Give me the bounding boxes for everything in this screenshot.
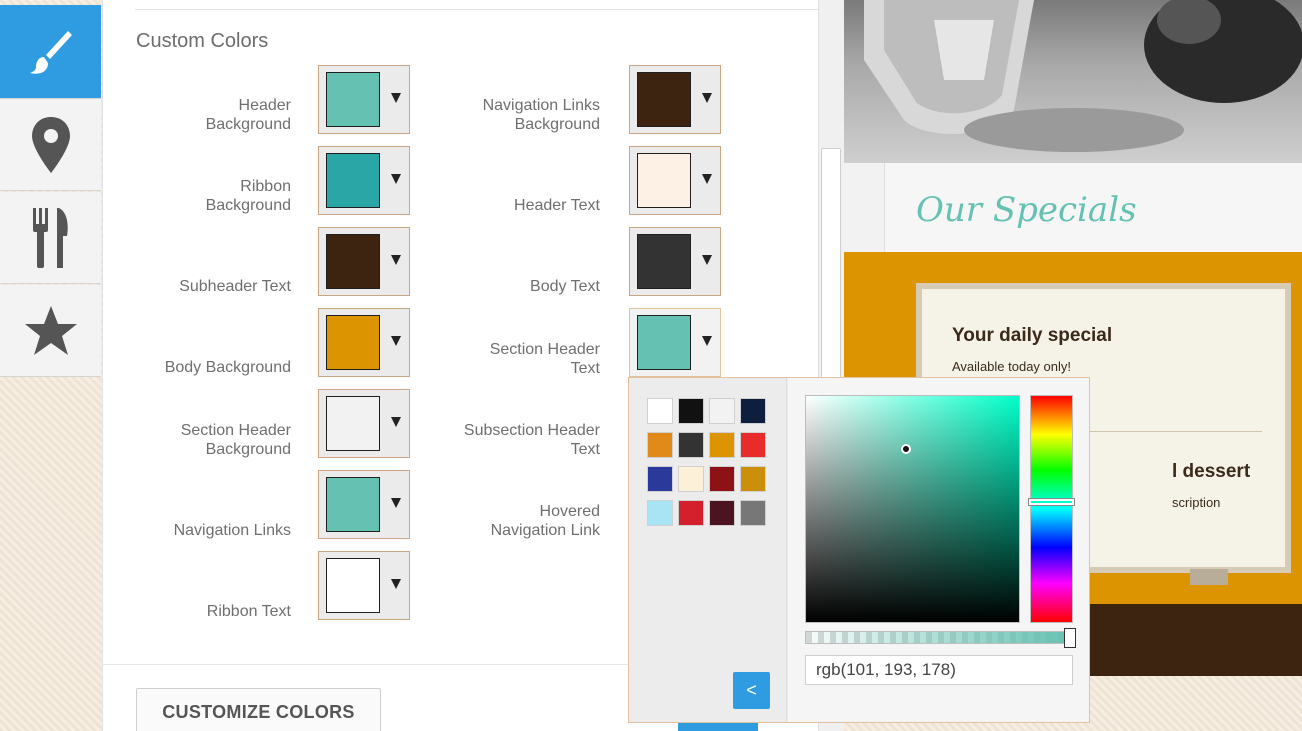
- color-button-section-header-text[interactable]: [629, 308, 721, 377]
- waffle-photo-image: [864, 0, 1302, 152]
- color-chip: [326, 396, 380, 451]
- label-section-header-text: Section Header Text: [489, 341, 600, 377]
- dropdown-caret-icon: [702, 93, 712, 103]
- preset-swatch[interactable]: [740, 432, 766, 458]
- back-button[interactable]: <: [733, 672, 770, 709]
- color-chip: [326, 477, 380, 532]
- color-chip: [637, 315, 691, 370]
- hue-handle[interactable]: [1029, 499, 1074, 505]
- dropdown-caret-icon: [391, 255, 401, 265]
- card-tab: [1190, 569, 1228, 585]
- preset-swatch[interactable]: [709, 466, 735, 492]
- location-tab-button[interactable]: [0, 99, 101, 191]
- dropdown-caret-icon: [391, 417, 401, 427]
- preset-swatch[interactable]: [709, 432, 735, 458]
- paintbrush-icon: [29, 30, 72, 74]
- preset-swatch[interactable]: [678, 466, 704, 492]
- preset-swatch[interactable]: [740, 500, 766, 526]
- preset-swatch[interactable]: [709, 500, 735, 526]
- preset-swatch[interactable]: [678, 500, 704, 526]
- color-button-ribbon-background[interactable]: [318, 146, 410, 215]
- color-chip: [326, 234, 380, 289]
- preset-swatch[interactable]: [647, 398, 673, 424]
- icon-rail: [0, 0, 102, 731]
- label-body-text: Body Text: [530, 278, 600, 295]
- preset-swatch[interactable]: [647, 466, 673, 492]
- alpha-handle[interactable]: [1064, 628, 1076, 648]
- menu-tab-button[interactable]: [0, 192, 101, 284]
- label-header-background: Header Background: [205, 97, 291, 133]
- dropdown-caret-icon: [702, 336, 712, 346]
- rgb-value-input[interactable]: [805, 655, 1073, 685]
- color-picker-popover: <: [628, 377, 1090, 723]
- saturation-value-area[interactable]: [805, 395, 1020, 623]
- preset-swatch[interactable]: [647, 500, 673, 526]
- color-button-ribbon-text[interactable]: [318, 551, 410, 620]
- color-button-header-text[interactable]: [629, 146, 721, 215]
- color-chip: [637, 72, 691, 127]
- label-subheader-text: Subheader Text: [179, 278, 291, 295]
- label-body-background: Body Background: [164, 359, 291, 376]
- preset-swatch[interactable]: [740, 398, 766, 424]
- card-title: Your daily special: [952, 325, 1113, 346]
- dropdown-caret-icon: [391, 336, 401, 346]
- dropdown-caret-icon: [702, 174, 712, 184]
- star-icon: [24, 305, 77, 355]
- dropdown-caret-icon: [391, 579, 401, 589]
- preset-swatch[interactable]: [678, 432, 704, 458]
- color-button-navigation-links[interactable]: [318, 470, 410, 539]
- color-chip: [637, 153, 691, 208]
- header-photo: [844, 0, 1302, 163]
- design-tab-button[interactable]: [0, 5, 101, 99]
- label-subsection-header-text: Subsection Header Text: [463, 422, 600, 458]
- color-chip: [326, 153, 380, 208]
- color-chip: [326, 72, 380, 127]
- dropdown-caret-icon: [702, 255, 712, 265]
- fork-knife-icon: [32, 207, 68, 268]
- dropdown-caret-icon: [391, 93, 401, 103]
- customize-colors-button[interactable]: CUSTOMIZE COLORS: [136, 688, 381, 731]
- color-chip: [326, 315, 380, 370]
- color-cursor[interactable]: [901, 444, 911, 454]
- card-subtitle-2: scription: [1172, 495, 1221, 510]
- color-button-header-background[interactable]: [318, 65, 410, 134]
- color-editor: [788, 378, 1089, 722]
- color-chip: [326, 558, 380, 613]
- section-title: Custom Colors: [136, 30, 269, 52]
- label-navigation-links-background: Navigation Links Background: [482, 97, 600, 133]
- color-button-body-background[interactable]: [318, 308, 410, 377]
- dropdown-caret-icon: [391, 498, 401, 508]
- preset-swatch[interactable]: [678, 398, 704, 424]
- dropdown-caret-icon: [391, 174, 401, 184]
- color-button-subheader-text[interactable]: [318, 227, 410, 296]
- label-header-text: Header Text: [514, 197, 600, 214]
- label-hovered-navigation-link: Hovered Navigation Link: [490, 503, 600, 539]
- label-section-header-background: Section Header Background: [180, 422, 291, 458]
- preset-swatch[interactable]: [709, 398, 735, 424]
- label-navigation-links: Navigation Links: [173, 522, 291, 539]
- label-ribbon-background: Ribbon Background: [205, 178, 291, 214]
- map-pin-icon: [31, 116, 70, 173]
- navigation-background: [1054, 604, 1302, 676]
- preset-swatch[interactable]: [740, 466, 766, 492]
- hue-slider[interactable]: [1029, 395, 1074, 623]
- section-header-text: Our Specials: [916, 190, 1137, 230]
- color-button-body-text[interactable]: [629, 227, 721, 296]
- preset-swatch[interactable]: [647, 432, 673, 458]
- alpha-slider[interactable]: [805, 628, 1076, 648]
- label-ribbon-text: Ribbon Text: [206, 603, 291, 620]
- color-button-section-header-background[interactable]: [318, 389, 410, 458]
- preset-palette: <: [629, 378, 787, 722]
- color-button-navigation-links-background[interactable]: [629, 65, 721, 134]
- color-chip: [637, 234, 691, 289]
- card-subtitle: Available today only!: [952, 359, 1072, 374]
- card-title-2: l dessert: [1172, 461, 1251, 482]
- favorites-tab-button[interactable]: [0, 285, 101, 377]
- divider: [135, 9, 819, 10]
